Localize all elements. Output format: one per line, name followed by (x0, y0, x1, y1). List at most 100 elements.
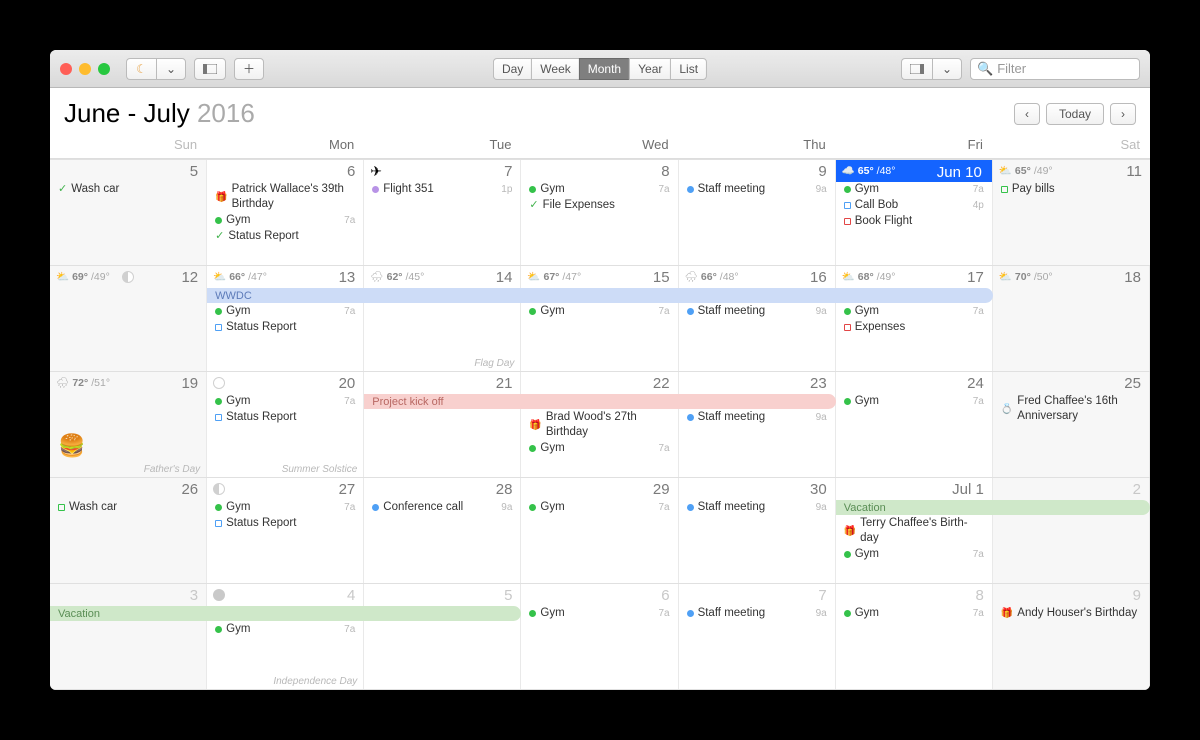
event-item[interactable]: Status Report (213, 410, 357, 425)
event-item[interactable]: ✓File Expenses (527, 198, 671, 213)
day-cell[interactable]: 4Gym7aIndependence Day (207, 584, 364, 689)
day-cell[interactable]: 15⛅67°/47°Gym7a (521, 266, 678, 371)
prev-month-button[interactable]: ‹ (1014, 103, 1040, 125)
event-item[interactable]: Conference call9a (370, 500, 514, 515)
event-item[interactable]: Gym7a (527, 500, 671, 515)
filter-input[interactable]: 🔍 Filter (970, 58, 1140, 80)
event-item[interactable]: Staff meeting9a (685, 410, 829, 425)
event-item[interactable]: Gym7a (213, 304, 357, 319)
day-cell[interactable]: 19🌧72°/51°Father's Day🍔 (50, 372, 207, 477)
event-item[interactable]: Staff meeting9a (685, 304, 829, 319)
event-item[interactable]: Gym7a (527, 441, 671, 456)
day-cell[interactable]: Jun 10☁️65°/48°Gym7aCall Bob4pBook Fligh… (836, 160, 993, 265)
event-item[interactable]: ✓Status Report (213, 229, 357, 244)
day-cell[interactable]: 5 (364, 584, 521, 689)
day-cell[interactable]: 5✓Wash car (50, 160, 207, 265)
event-item[interactable]: Gym7a (842, 547, 986, 562)
event-item[interactable]: Flight 3511p (370, 182, 514, 197)
event-item[interactable]: Gym7a (213, 622, 357, 637)
view-year-button[interactable]: Year (629, 58, 670, 80)
event-time: 7a (970, 394, 984, 409)
event-item[interactable]: Gym7a (842, 606, 986, 621)
multi-day-event-banner[interactable]: Vacation (836, 500, 1150, 515)
view-day-button[interactable]: Day (493, 58, 531, 80)
multi-day-event-banner[interactable]: WWDC (207, 288, 993, 303)
night-mode-dropdown[interactable]: ⌄ (156, 58, 186, 80)
next-month-button[interactable]: › (1110, 103, 1136, 125)
right-sidebar-dropdown[interactable]: ⌄ (932, 58, 962, 80)
event-item[interactable]: Staff meeting9a (685, 182, 829, 197)
event-item[interactable]: Gym7a (527, 304, 671, 319)
today-button[interactable]: Today (1046, 103, 1104, 125)
day-cell[interactable]: 24Gym7a (836, 372, 993, 477)
day-cell[interactable]: 20Gym7aStatus ReportSummer Solstice (207, 372, 364, 477)
day-cell[interactable]: 7Staff meeting9a (679, 584, 836, 689)
day-cell[interactable]: 25💍Fred Chaffee's 16th Anniversary (993, 372, 1150, 477)
day-cell[interactable]: 12⛅69°/49° (50, 266, 207, 371)
day-cell[interactable]: 11⛅65°/49°Pay bills (993, 160, 1150, 265)
day-cell[interactable]: 27Gym7aStatus Report (207, 478, 364, 583)
multi-day-event-banner[interactable]: Vacation (50, 606, 521, 621)
day-cell[interactable]: Jul 1 🎁Terry Chaffee's Birth-dayGym7a (836, 478, 993, 583)
event-time: 7a (970, 547, 984, 562)
day-cell[interactable]: 2 (993, 478, 1150, 583)
event-item[interactable]: Status Report (213, 516, 357, 531)
event-item[interactable]: Staff meeting9a (685, 606, 829, 621)
day-cell[interactable]: 21 (364, 372, 521, 477)
event-item[interactable]: Status Report (213, 320, 357, 335)
event-item[interactable]: 🎁Andy Houser's Birthday (999, 606, 1143, 621)
day-cell[interactable]: 9Staff meeting9a (679, 160, 836, 265)
day-number: Jul 1 (952, 481, 984, 498)
view-list-button[interactable]: List (670, 58, 707, 80)
event-item[interactable]: ✓Wash car (56, 182, 200, 197)
day-cell[interactable]: 26Wash car (50, 478, 207, 583)
add-event-button[interactable]: ＋ (234, 58, 264, 80)
view-month-button[interactable]: Month (579, 58, 629, 80)
event-item[interactable]: Gym7a (527, 182, 671, 197)
event-item[interactable]: 🎁Brad Wood's 27th Birthday (527, 410, 671, 440)
day-cell[interactable]: 29Gym7a (521, 478, 678, 583)
close-window-button[interactable] (60, 63, 72, 75)
event-item[interactable]: Call Bob4p (842, 198, 986, 213)
day-cell[interactable]: 13⛅66°/47°Gym7aStatus Report (207, 266, 364, 371)
day-cell[interactable]: 18⛅70°/50° (993, 266, 1150, 371)
right-sidebar-toggle-button[interactable] (901, 58, 932, 80)
event-item[interactable]: Book Flight (842, 214, 986, 229)
day-cell[interactable]: 17⛅68°/49°Gym7aExpenses (836, 266, 993, 371)
minimize-window-button[interactable] (79, 63, 91, 75)
event-item[interactable]: Gym7a (213, 213, 357, 228)
event-item[interactable]: Gym7a (527, 606, 671, 621)
event-item[interactable]: Gym7a (213, 394, 357, 409)
day-cell[interactable]: 30Staff meeting9a (679, 478, 836, 583)
multi-day-event-banner[interactable]: Project kick off (364, 394, 835, 409)
day-cell[interactable]: 23Staff meeting9a (679, 372, 836, 477)
day-cell[interactable]: 6🎁Patrick Wallace's 39th BirthdayGym7a✓S… (207, 160, 364, 265)
event-item[interactable]: Wash car (56, 500, 200, 515)
view-week-button[interactable]: Week (531, 58, 578, 80)
event-item[interactable]: 🎁Patrick Wallace's 39th Birthday (213, 182, 357, 212)
event-item[interactable]: Gym7a (842, 304, 986, 319)
event-item[interactable]: 🎁Terry Chaffee's Birth-day (842, 516, 986, 546)
zoom-window-button[interactable] (98, 63, 110, 75)
sidebar-toggle-button[interactable] (194, 58, 226, 80)
day-cell[interactable]: 14🌧62°/45°Flag Day (364, 266, 521, 371)
event-item[interactable]: Gym7a (213, 500, 357, 515)
day-cell[interactable]: 3 (50, 584, 207, 689)
event-item[interactable]: Staff meeting9a (685, 500, 829, 515)
day-cell[interactable]: 9🎁Andy Houser's Birthday (993, 584, 1150, 689)
day-cell[interactable]: 22🎁Brad Wood's 27th BirthdayGym7a (521, 372, 678, 477)
day-number: 18 (1124, 269, 1141, 286)
day-cell[interactable]: 8Gym7a✓File Expenses (521, 160, 678, 265)
day-cell[interactable]: 28Conference call9a (364, 478, 521, 583)
event-item[interactable]: 💍Fred Chaffee's 16th Anniversary (999, 394, 1143, 424)
day-cell[interactable]: 7✈Flight 3511p (364, 160, 521, 265)
day-cell[interactable]: 16🌧66°/48°Staff meeting9a (679, 266, 836, 371)
night-mode-button[interactable]: ☾ (126, 58, 156, 80)
event-item[interactable]: Pay bills (999, 182, 1144, 197)
day-cell[interactable]: 6Gym7a (521, 584, 678, 689)
calendar-dot-icon (215, 217, 222, 224)
event-item[interactable]: Expenses (842, 320, 986, 335)
event-item[interactable]: Gym7a (842, 182, 986, 197)
day-cell[interactable]: 8Gym7a (836, 584, 993, 689)
event-item[interactable]: Gym7a (842, 394, 986, 409)
